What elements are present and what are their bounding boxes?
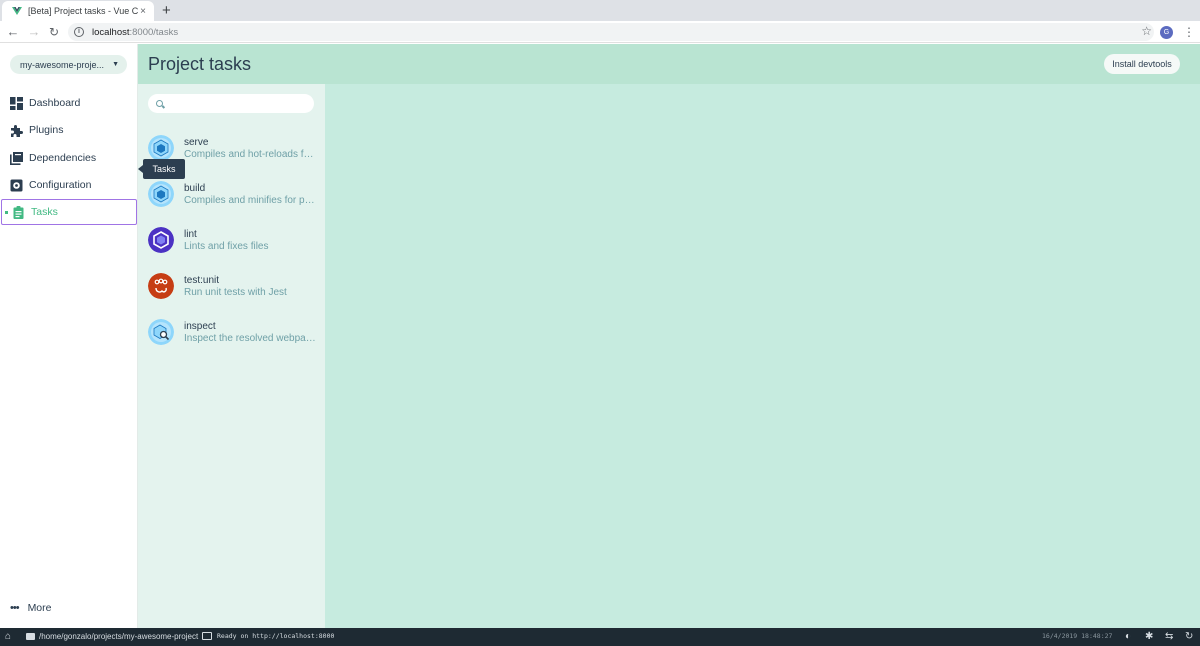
task-description: Lints and fixes files — [184, 241, 269, 252]
datetime: 16/4/2019 18:48:27 — [1042, 632, 1113, 640]
task-item-test-unit[interactable]: test:unit Run unit tests with Jest — [138, 272, 325, 318]
vue-logo-icon — [12, 7, 22, 15]
address-bar: ← → ↻ i localhost :8000/tasks ☆ G ⋮ — [0, 21, 1200, 43]
terminal-icon[interactable] — [202, 632, 212, 640]
search-input[interactable] — [169, 98, 309, 109]
tab-title: [Beta] Project tasks - Vue CLI — [28, 6, 138, 16]
jest-icon — [148, 273, 174, 299]
sidebar-item-tasks[interactable]: Tasks — [1, 199, 137, 225]
sidebar-item-plugins[interactable]: Plugins — [0, 117, 138, 143]
star-icon[interactable]: ☆ — [1141, 24, 1152, 38]
sidebar-item-dashboard[interactable]: Dashboard — [0, 90, 138, 116]
sidebar-item-label: Plugins — [29, 124, 64, 136]
sidebar-item-dependencies[interactable]: Dependencies — [0, 145, 138, 171]
task-search[interactable] — [148, 94, 314, 113]
forward-icon[interactable]: → — [26, 24, 42, 40]
task-item-build[interactable]: build Compiles and minifies for producti… — [138, 180, 325, 226]
project-selector-label: my-awesome-proje... — [20, 59, 105, 70]
task-name: serve — [184, 137, 209, 148]
back-icon[interactable]: ← — [5, 24, 21, 40]
page-title: Project tasks — [148, 54, 252, 74]
puzzle-icon — [11, 124, 23, 137]
sidebar: my-awesome-proje... ▼ Dashboard Plugins — [0, 44, 138, 628]
gear-icon — [10, 179, 23, 191]
task-description: Compiles and minifies for production — [184, 195, 316, 206]
project-path[interactable]: /home/gonzalo/projects/my-awesome-projec… — [39, 632, 198, 641]
task-item-inspect[interactable]: inspect Inspect the resolved webpack con… — [138, 318, 325, 364]
dashboard-icon — [10, 96, 23, 110]
sidebar-item-label: Dashboard — [29, 97, 81, 109]
browser-tabstrip: [Beta] Project tasks - Vue CLI × + — [0, 0, 1200, 21]
sidebar-item-label: Dependencies — [29, 152, 97, 164]
url-host: localhost — [92, 26, 130, 38]
bug-icon[interactable]: ✱ — [1145, 631, 1153, 642]
more-label: More — [27, 602, 52, 614]
webpack-icon — [148, 181, 174, 207]
library-icon — [10, 151, 23, 165]
task-detail-area — [325, 84, 1200, 628]
install-devtools-button[interactable]: Install devtools — [1104, 54, 1180, 74]
sidebar-item-label: Tasks — [31, 206, 58, 218]
project-selector[interactable]: my-awesome-proje... ▼ — [10, 55, 127, 74]
more-dots-icon: ••• — [10, 602, 20, 614]
task-name: inspect — [184, 321, 216, 332]
dark-mode-icon[interactable]: ◐ — [1125, 631, 1131, 642]
webpack-inspect-icon — [148, 319, 174, 345]
eslint-icon — [148, 227, 174, 253]
refresh-icon[interactable]: ↻ — [1185, 631, 1193, 642]
sidebar-item-configuration[interactable]: Configuration — [0, 172, 138, 198]
profile-avatar[interactable]: G — [1160, 26, 1173, 39]
server-status: Ready on http://localhost:8000 — [217, 632, 335, 640]
translate-icon[interactable]: ⇆ — [1165, 631, 1173, 642]
task-item-lint[interactable]: lint Lints and fixes files — [138, 226, 325, 272]
active-indicator — [5, 211, 8, 214]
clipboard-icon — [13, 205, 24, 219]
task-name: test:unit — [184, 275, 220, 286]
info-icon[interactable]: i — [74, 27, 84, 37]
task-name: build — [184, 183, 206, 194]
status-bar: ⌂ /home/gonzalo/projects/my-awesome-proj… — [0, 628, 1200, 646]
folder-icon[interactable] — [26, 633, 35, 640]
tasks-tooltip: Tasks — [138, 159, 185, 179]
url-input[interactable]: i localhost :8000/tasks ☆ — [68, 23, 1154, 41]
browser-tab[interactable]: [Beta] Project tasks - Vue CLI × — [2, 1, 154, 21]
caret-down-icon: ▼ — [112, 61, 119, 68]
home-icon[interactable]: ⌂ — [5, 631, 11, 642]
task-name: lint — [184, 229, 197, 240]
task-description: Inspect the resolved webpack config — [184, 333, 316, 344]
webpack-icon — [148, 135, 174, 161]
reload-icon[interactable]: ↻ — [46, 24, 62, 40]
task-description: Compiles and hot-reloads for development — [184, 149, 316, 160]
more-button[interactable]: ••• More — [10, 602, 52, 614]
sidebar-item-label: Configuration — [29, 179, 92, 191]
url-path: :8000/tasks — [129, 26, 179, 38]
task-description: Run unit tests with Jest — [184, 287, 287, 298]
close-tab-icon[interactable]: × — [138, 6, 148, 17]
menu-icon[interactable]: ⋮ — [1183, 24, 1195, 40]
vue-cli-app: my-awesome-proje... ▼ Dashboard Plugins — [0, 44, 1200, 628]
page-header: Project tasks Install devtools — [138, 44, 1200, 84]
new-tab-button[interactable]: + — [162, 2, 171, 19]
search-icon — [156, 100, 163, 107]
